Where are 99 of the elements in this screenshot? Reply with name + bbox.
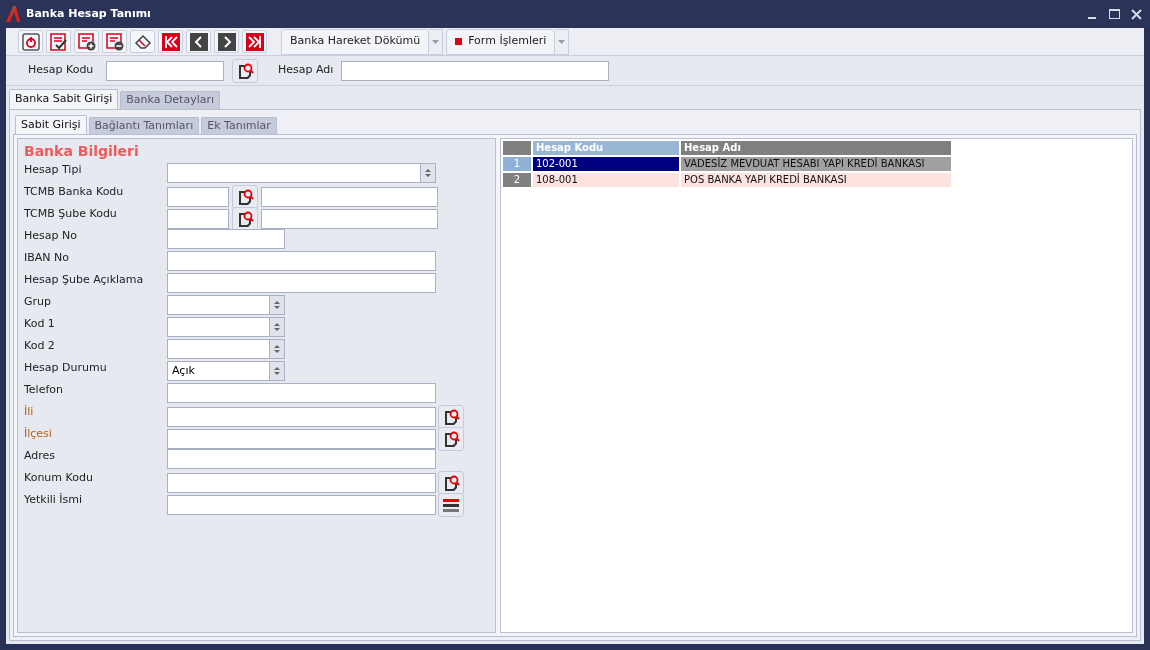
caret-icon [432,39,440,44]
name-field[interactable] [341,60,610,81]
tab[interactable]: Banka Detayları [120,91,221,109]
spinner-icon[interactable] [269,317,285,337]
lookup-button[interactable] [232,58,258,83]
list-add-icon [77,32,96,51]
field-label: TCMB Şube Kodu [24,207,118,221]
dropdown-button[interactable] [429,28,444,55]
input-field[interactable] [167,429,436,449]
square-icon [455,38,463,45]
tab[interactable]: Ek Tanımlar [201,117,277,134]
spinner-icon[interactable] [269,361,285,381]
first-record-icon [161,32,180,51]
field-label: İli [24,405,35,419]
list-remove-icon [105,32,124,51]
field-label: Hesap Şube Açıklama [24,273,145,287]
field-label: Kod 2 [24,339,56,353]
tab[interactable]: Banka Sabit Girişi [9,89,119,109]
tab[interactable]: Bağlantı Tanımları [88,117,200,134]
eraser-icon [133,32,152,51]
code-field[interactable] [106,60,224,81]
lookup-button[interactable] [438,427,464,451]
search-document-icon [236,61,254,80]
input-field[interactable] [167,383,436,403]
lines-icon [443,498,459,512]
toolbar-button[interactable] [18,30,43,53]
toolbar-button[interactable] [242,30,267,53]
field-label: Hesap No [24,229,78,243]
checklist-icon [49,32,68,51]
combo-field[interactable] [167,339,269,359]
field-label: Konum Kodu [24,471,94,485]
close-button[interactable] [1128,6,1144,22]
dropdown-button[interactable] [555,28,570,55]
lookup-button[interactable] [438,405,464,429]
combo-field[interactable] [167,295,269,315]
lookup-button[interactable] [232,207,258,231]
field-label: Telefon [24,383,64,397]
search-document-icon [442,408,460,426]
code-field[interactable] [167,187,229,207]
field-label: Yetkili İsmi [24,493,84,507]
lookup-button[interactable] [232,185,258,209]
code-field[interactable] [167,209,229,229]
name-field[interactable] [261,187,438,207]
input-field[interactable] [167,473,436,493]
lookup-button[interactable] [438,471,464,495]
combo-field[interactable] [167,317,269,337]
table-cell: POS BANKA YAPI KREDİ BANKASI [680,172,952,188]
row-number: 2 [502,172,532,188]
last-record-icon [245,32,264,51]
field-label: IBAN No [24,251,70,265]
row-number: 1 [502,156,532,172]
input-field[interactable] [167,407,436,427]
input-field[interactable] [167,449,436,469]
combo-field[interactable] [167,163,420,183]
field-label: İlçesi [24,427,53,441]
list-button[interactable] [438,493,464,517]
spinner-icon[interactable] [269,339,285,359]
table-cell: VADESİZ MEVDUAT HESABI YAPI KREDİ BANKASI [680,156,952,172]
power-icon [21,32,40,51]
menu-button[interactable]: Form İşlemleri [446,28,556,55]
name-field[interactable] [261,209,438,229]
input-field[interactable] [167,495,436,515]
app-logo-icon [6,6,20,22]
chevron-right-icon [217,32,236,51]
tab[interactable]: Sabit Girişi [15,115,87,134]
column-header[interactable]: Hesap Adı [680,140,952,156]
toolbar-button[interactable] [74,30,99,53]
spinner-icon[interactable] [269,295,285,315]
search-document-icon [442,430,460,448]
search-document-icon [236,210,254,228]
field-label: Hesap Kodu [28,62,95,79]
field-label: Hesap Durumu [24,361,108,375]
maximize-button[interactable] [1106,6,1122,22]
input-field[interactable] [167,229,285,249]
field-label: TCMB Banka Kodu [24,185,125,199]
toolbar-button[interactable] [130,30,155,53]
field-label: Kod 1 [24,317,56,331]
input-field[interactable] [167,251,436,271]
search-document-icon [442,474,460,492]
caret-icon [558,39,566,44]
toolbar-button[interactable] [158,30,183,53]
chevron-left-icon [189,32,208,51]
toolbar-button[interactable] [46,30,71,53]
input-field[interactable] [167,273,436,293]
search-document-icon [236,188,254,206]
section-title: Banka Bilgileri [24,142,140,161]
toolbar-button[interactable] [186,30,211,53]
field-label: Grup [24,295,52,309]
menu-button[interactable]: Banka Hareket Dökümü [281,28,430,55]
toolbar-button[interactable] [102,30,127,53]
field-label: Adres [24,449,57,463]
toolbar-button[interactable] [214,30,239,53]
table-cell: 102-001 [532,156,680,172]
combo-field[interactable]: Açık [167,361,269,381]
table-cell: 108-001 [532,172,680,188]
spinner-icon[interactable] [420,163,436,183]
field-label: Hesap Tipi [24,163,83,177]
field-label: Hesap Adı [278,62,334,79]
window-title: Banka Hesap Tanımı [26,5,152,22]
